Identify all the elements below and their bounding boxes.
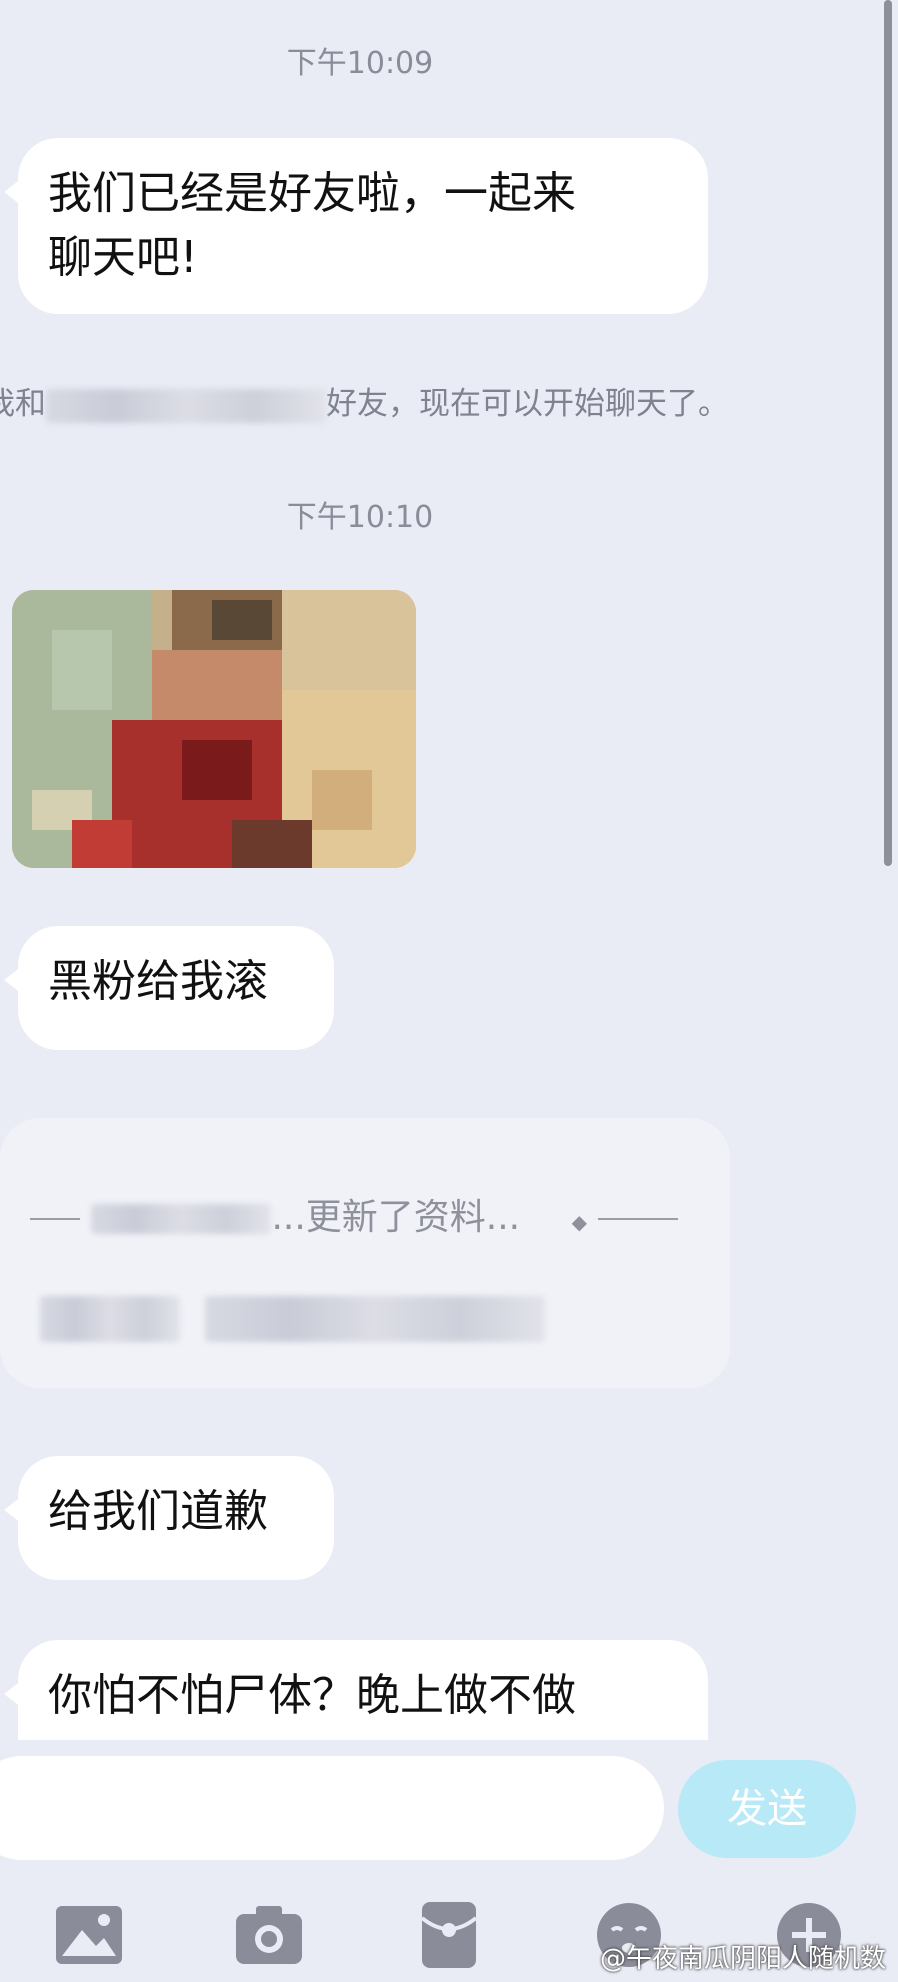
message-bubble[interactable]: 给我们道歉 [4, 1456, 334, 1580]
divider [598, 1218, 679, 1220]
scrollbar[interactable] [884, 0, 892, 866]
censored-image[interactable] [12, 590, 416, 868]
timestamp: 下午10:09 [286, 46, 434, 81]
image-icon[interactable] [54, 1900, 124, 1970]
message-text: 聊天吧! [48, 232, 198, 283]
watermark: @午夜南瓜阴阳人随机数 [599, 1944, 886, 1974]
redacted-name [46, 388, 326, 423]
card-body [40, 1296, 546, 1342]
redacted-name [91, 1204, 272, 1234]
red-packet-icon[interactable] [414, 1900, 484, 1970]
redacted-text [40, 1296, 180, 1342]
redacted-text [205, 1296, 546, 1342]
message-bubble[interactable]: 黑粉给我滚 [4, 926, 334, 1050]
divider [30, 1218, 80, 1220]
message-text: 你怕不怕尸体？晚上做不做 [48, 1670, 576, 1721]
profile-update-card[interactable]: ...更新了资料... ◆ [0, 1118, 730, 1388]
card-title: ...更新了资料... ◆ [30, 1188, 679, 1240]
input-bar: 发送 [0, 1740, 898, 1860]
system-notice: 我和 好友，现在可以开始聊天了。 [0, 378, 898, 423]
camera-icon[interactable] [234, 1900, 304, 1970]
message-text: 我们已经是好友啦，一起来 [48, 168, 576, 219]
message-input[interactable] [0, 1756, 664, 1860]
message-text: 黑粉给我滚 [48, 956, 268, 1007]
system-notice-prefix: 我和 [0, 386, 46, 422]
dot-icon: ◆ [571, 1210, 587, 1234]
message-text: 给我们道歉 [48, 1486, 268, 1537]
card-title-text: ...更新了资料... [271, 1197, 521, 1238]
message-bubble[interactable]: 我们已经是好友啦，一起来 聊天吧! [4, 138, 708, 314]
timestamp: 下午10:10 [286, 500, 434, 535]
system-notice-suffix: 好友，现在可以开始聊天了。 [326, 386, 729, 422]
send-button[interactable]: 发送 [678, 1760, 856, 1858]
message-bubble[interactable]: 你怕不怕尸体？晚上做不做 [4, 1640, 708, 1740]
chat-area[interactable]: 下午10:09 我们已经是好友啦，一起来 聊天吧! 我和 好友，现在可以开始聊天了… [0, 0, 898, 1740]
